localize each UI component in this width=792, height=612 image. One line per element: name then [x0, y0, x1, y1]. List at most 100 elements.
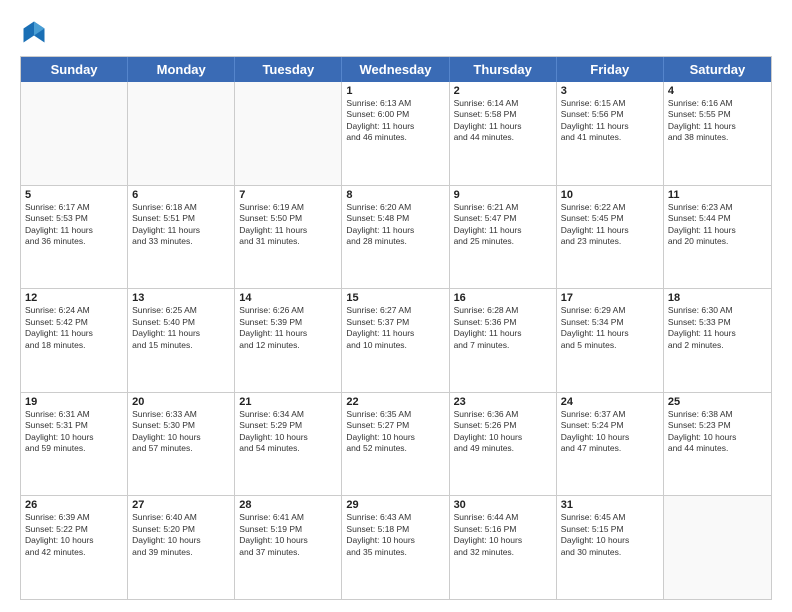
cell-sun-info: Sunrise: 6:26 AM Sunset: 5:39 PM Dayligh…	[239, 305, 337, 351]
calendar-cell: 25Sunrise: 6:38 AM Sunset: 5:23 PM Dayli…	[664, 393, 771, 496]
calendar-week-row: 5Sunrise: 6:17 AM Sunset: 5:53 PM Daylig…	[21, 186, 771, 290]
day-number: 22	[346, 396, 444, 408]
calendar-cell: 28Sunrise: 6:41 AM Sunset: 5:19 PM Dayli…	[235, 496, 342, 599]
calendar-header-cell: Friday	[557, 57, 664, 82]
cell-sun-info: Sunrise: 6:15 AM Sunset: 5:56 PM Dayligh…	[561, 98, 659, 144]
cell-sun-info: Sunrise: 6:40 AM Sunset: 5:20 PM Dayligh…	[132, 512, 230, 558]
day-number: 20	[132, 396, 230, 408]
day-number: 26	[25, 499, 123, 511]
day-number: 24	[561, 396, 659, 408]
calendar-cell: 16Sunrise: 6:28 AM Sunset: 5:36 PM Dayli…	[450, 289, 557, 392]
calendar-cell: 9Sunrise: 6:21 AM Sunset: 5:47 PM Daylig…	[450, 186, 557, 289]
cell-sun-info: Sunrise: 6:33 AM Sunset: 5:30 PM Dayligh…	[132, 409, 230, 455]
cell-sun-info: Sunrise: 6:16 AM Sunset: 5:55 PM Dayligh…	[668, 98, 767, 144]
calendar-cell: 20Sunrise: 6:33 AM Sunset: 5:30 PM Dayli…	[128, 393, 235, 496]
cell-sun-info: Sunrise: 6:18 AM Sunset: 5:51 PM Dayligh…	[132, 202, 230, 248]
cell-sun-info: Sunrise: 6:30 AM Sunset: 5:33 PM Dayligh…	[668, 305, 767, 351]
calendar: SundayMondayTuesdayWednesdayThursdayFrid…	[20, 56, 772, 600]
day-number: 16	[454, 292, 552, 304]
cell-sun-info: Sunrise: 6:20 AM Sunset: 5:48 PM Dayligh…	[346, 202, 444, 248]
day-number: 7	[239, 189, 337, 201]
calendar-cell: 10Sunrise: 6:22 AM Sunset: 5:45 PM Dayli…	[557, 186, 664, 289]
calendar-header-cell: Monday	[128, 57, 235, 82]
cell-sun-info: Sunrise: 6:39 AM Sunset: 5:22 PM Dayligh…	[25, 512, 123, 558]
cell-sun-info: Sunrise: 6:17 AM Sunset: 5:53 PM Dayligh…	[25, 202, 123, 248]
calendar-cell: 17Sunrise: 6:29 AM Sunset: 5:34 PM Dayli…	[557, 289, 664, 392]
calendar-cell: 4Sunrise: 6:16 AM Sunset: 5:55 PM Daylig…	[664, 82, 771, 185]
calendar-cell	[128, 82, 235, 185]
header	[20, 18, 772, 46]
cell-sun-info: Sunrise: 6:38 AM Sunset: 5:23 PM Dayligh…	[668, 409, 767, 455]
calendar-header-cell: Tuesday	[235, 57, 342, 82]
cell-sun-info: Sunrise: 6:35 AM Sunset: 5:27 PM Dayligh…	[346, 409, 444, 455]
calendar-cell: 7Sunrise: 6:19 AM Sunset: 5:50 PM Daylig…	[235, 186, 342, 289]
calendar-body: 1Sunrise: 6:13 AM Sunset: 6:00 PM Daylig…	[21, 82, 771, 599]
cell-sun-info: Sunrise: 6:25 AM Sunset: 5:40 PM Dayligh…	[132, 305, 230, 351]
calendar-cell	[21, 82, 128, 185]
cell-sun-info: Sunrise: 6:28 AM Sunset: 5:36 PM Dayligh…	[454, 305, 552, 351]
day-number: 4	[668, 85, 767, 97]
calendar-cell: 22Sunrise: 6:35 AM Sunset: 5:27 PM Dayli…	[342, 393, 449, 496]
cell-sun-info: Sunrise: 6:37 AM Sunset: 5:24 PM Dayligh…	[561, 409, 659, 455]
calendar-cell: 1Sunrise: 6:13 AM Sunset: 6:00 PM Daylig…	[342, 82, 449, 185]
cell-sun-info: Sunrise: 6:31 AM Sunset: 5:31 PM Dayligh…	[25, 409, 123, 455]
calendar-cell: 19Sunrise: 6:31 AM Sunset: 5:31 PM Dayli…	[21, 393, 128, 496]
day-number: 10	[561, 189, 659, 201]
day-number: 12	[25, 292, 123, 304]
calendar-cell: 26Sunrise: 6:39 AM Sunset: 5:22 PM Dayli…	[21, 496, 128, 599]
cell-sun-info: Sunrise: 6:21 AM Sunset: 5:47 PM Dayligh…	[454, 202, 552, 248]
day-number: 9	[454, 189, 552, 201]
calendar-cell: 14Sunrise: 6:26 AM Sunset: 5:39 PM Dayli…	[235, 289, 342, 392]
cell-sun-info: Sunrise: 6:29 AM Sunset: 5:34 PM Dayligh…	[561, 305, 659, 351]
calendar-cell: 3Sunrise: 6:15 AM Sunset: 5:56 PM Daylig…	[557, 82, 664, 185]
calendar-week-row: 1Sunrise: 6:13 AM Sunset: 6:00 PM Daylig…	[21, 82, 771, 186]
cell-sun-info: Sunrise: 6:34 AM Sunset: 5:29 PM Dayligh…	[239, 409, 337, 455]
calendar-cell: 8Sunrise: 6:20 AM Sunset: 5:48 PM Daylig…	[342, 186, 449, 289]
calendar-cell: 13Sunrise: 6:25 AM Sunset: 5:40 PM Dayli…	[128, 289, 235, 392]
calendar-cell: 15Sunrise: 6:27 AM Sunset: 5:37 PM Dayli…	[342, 289, 449, 392]
calendar-cell: 6Sunrise: 6:18 AM Sunset: 5:51 PM Daylig…	[128, 186, 235, 289]
calendar-header-cell: Wednesday	[342, 57, 449, 82]
day-number: 2	[454, 85, 552, 97]
day-number: 25	[668, 396, 767, 408]
day-number: 18	[668, 292, 767, 304]
cell-sun-info: Sunrise: 6:41 AM Sunset: 5:19 PM Dayligh…	[239, 512, 337, 558]
cell-sun-info: Sunrise: 6:13 AM Sunset: 6:00 PM Dayligh…	[346, 98, 444, 144]
cell-sun-info: Sunrise: 6:14 AM Sunset: 5:58 PM Dayligh…	[454, 98, 552, 144]
logo-icon	[20, 18, 48, 46]
cell-sun-info: Sunrise: 6:44 AM Sunset: 5:16 PM Dayligh…	[454, 512, 552, 558]
day-number: 8	[346, 189, 444, 201]
cell-sun-info: Sunrise: 6:36 AM Sunset: 5:26 PM Dayligh…	[454, 409, 552, 455]
cell-sun-info: Sunrise: 6:45 AM Sunset: 5:15 PM Dayligh…	[561, 512, 659, 558]
calendar-header-cell: Thursday	[450, 57, 557, 82]
calendar-cell: 2Sunrise: 6:14 AM Sunset: 5:58 PM Daylig…	[450, 82, 557, 185]
page: SundayMondayTuesdayWednesdayThursdayFrid…	[0, 0, 792, 612]
calendar-cell: 27Sunrise: 6:40 AM Sunset: 5:20 PM Dayli…	[128, 496, 235, 599]
day-number: 21	[239, 396, 337, 408]
day-number: 23	[454, 396, 552, 408]
day-number: 17	[561, 292, 659, 304]
day-number: 13	[132, 292, 230, 304]
day-number: 11	[668, 189, 767, 201]
cell-sun-info: Sunrise: 6:43 AM Sunset: 5:18 PM Dayligh…	[346, 512, 444, 558]
calendar-cell: 11Sunrise: 6:23 AM Sunset: 5:44 PM Dayli…	[664, 186, 771, 289]
day-number: 29	[346, 499, 444, 511]
calendar-header-cell: Sunday	[21, 57, 128, 82]
calendar-cell: 31Sunrise: 6:45 AM Sunset: 5:15 PM Dayli…	[557, 496, 664, 599]
calendar-cell: 29Sunrise: 6:43 AM Sunset: 5:18 PM Dayli…	[342, 496, 449, 599]
day-number: 31	[561, 499, 659, 511]
calendar-cell: 18Sunrise: 6:30 AM Sunset: 5:33 PM Dayli…	[664, 289, 771, 392]
day-number: 28	[239, 499, 337, 511]
cell-sun-info: Sunrise: 6:23 AM Sunset: 5:44 PM Dayligh…	[668, 202, 767, 248]
day-number: 27	[132, 499, 230, 511]
calendar-cell: 23Sunrise: 6:36 AM Sunset: 5:26 PM Dayli…	[450, 393, 557, 496]
day-number: 1	[346, 85, 444, 97]
day-number: 3	[561, 85, 659, 97]
calendar-cell: 30Sunrise: 6:44 AM Sunset: 5:16 PM Dayli…	[450, 496, 557, 599]
calendar-cell: 24Sunrise: 6:37 AM Sunset: 5:24 PM Dayli…	[557, 393, 664, 496]
cell-sun-info: Sunrise: 6:22 AM Sunset: 5:45 PM Dayligh…	[561, 202, 659, 248]
calendar-week-row: 26Sunrise: 6:39 AM Sunset: 5:22 PM Dayli…	[21, 496, 771, 599]
calendar-week-row: 12Sunrise: 6:24 AM Sunset: 5:42 PM Dayli…	[21, 289, 771, 393]
calendar-header-row: SundayMondayTuesdayWednesdayThursdayFrid…	[21, 57, 771, 82]
day-number: 30	[454, 499, 552, 511]
